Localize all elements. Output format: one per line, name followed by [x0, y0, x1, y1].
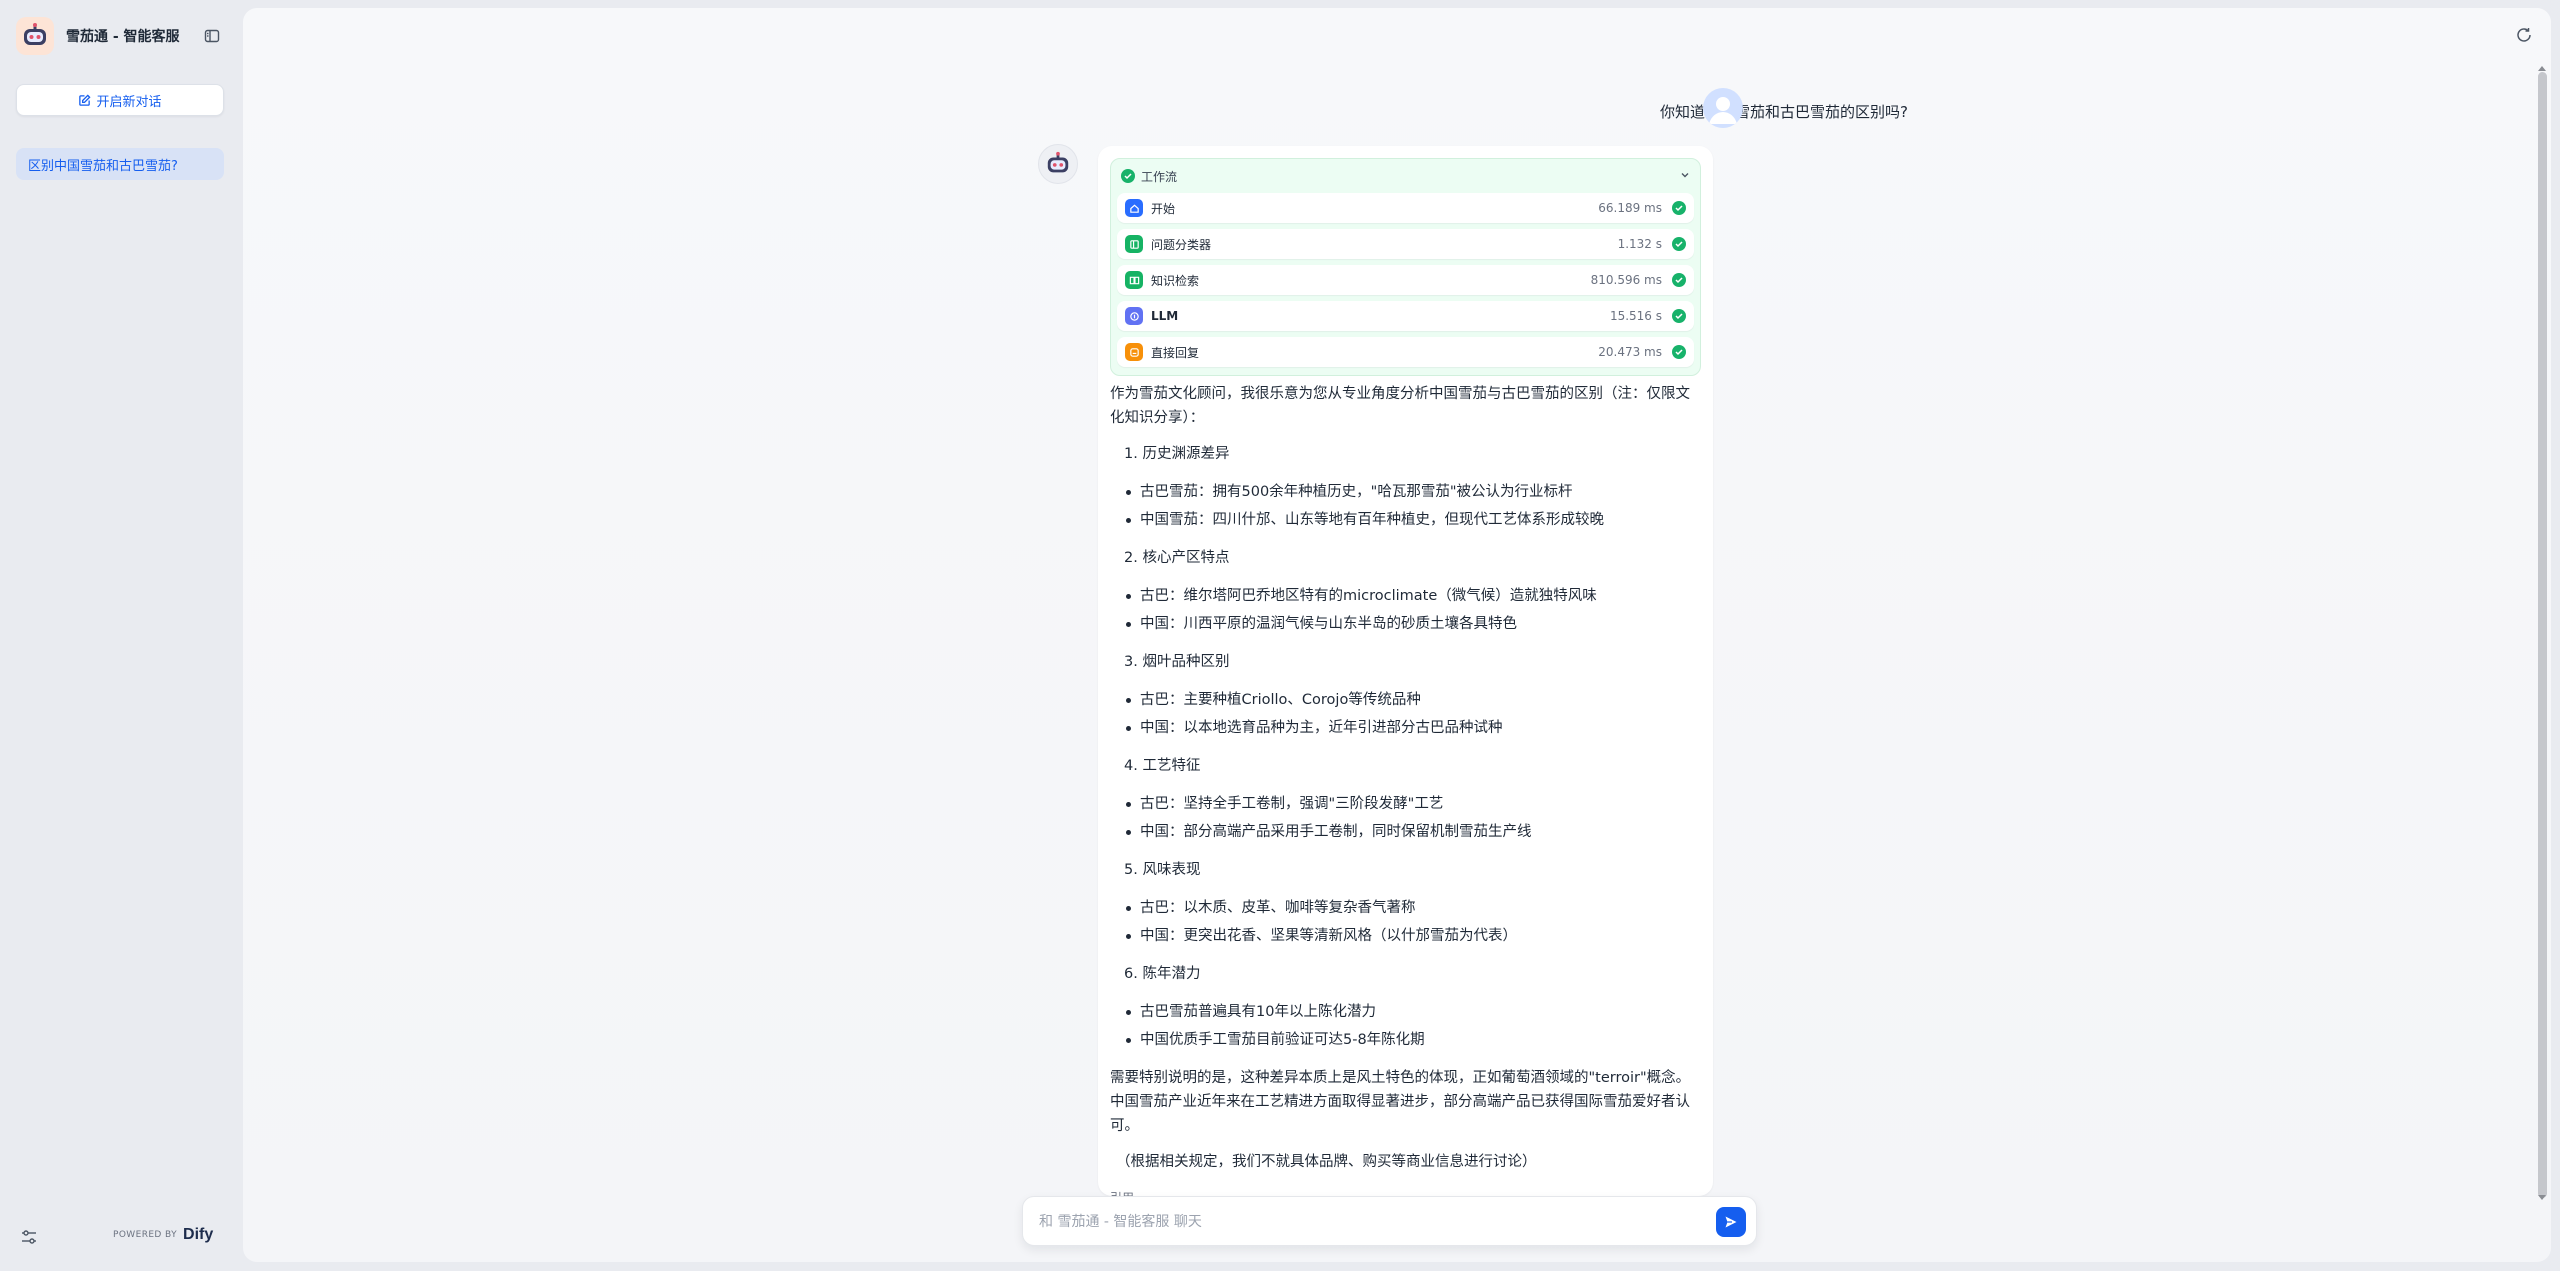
- section-bullets: 古巴雪茄：拥有500余年种植历史，"哈瓦那雪茄"被公认为行业标杆 中国雪茄：四川…: [1110, 478, 1701, 534]
- answer-conclusion: 需要特别说明的是，这种差异本质上是风土特色的体现，正如葡萄酒领域的"terroi…: [1110, 1070, 1691, 1134]
- chat-panel: 你知道中国雪茄和古巴雪茄的区别吗? 工作流 开始 66.189 ms 问题分类器…: [243, 8, 2551, 1262]
- workflow-node-knowledge[interactable]: 知识检索 810.596 ms: [1117, 265, 1694, 295]
- node-title: 直接回复: [1151, 345, 1200, 360]
- section-bullets: 古巴：维尔塔阿巴乔地区特有的microclimate（微气候）造就独特风味 中国…: [1110, 582, 1701, 638]
- node-time: 66.189 ms: [1598, 201, 1662, 215]
- workflow-node-llm[interactable]: LLM 15.516 s: [1117, 301, 1694, 331]
- conversation-label: 区别中国雪茄和古巴雪茄?: [28, 158, 178, 174]
- answer-content: 作为雪茄文化顾问，我很乐意为您从专业角度分析中国雪茄与古巴雪茄的区别（注：仅限文…: [1110, 382, 1701, 1196]
- refresh-icon[interactable]: [2515, 26, 2537, 48]
- reply-icon: [1125, 343, 1143, 361]
- section-heading: 5. 风味表现: [1124, 862, 1201, 878]
- chevron-down-icon[interactable]: [1680, 169, 1690, 183]
- list-item: 中国优质手工雪茄目前验证可达5-8年陈化期: [1124, 1026, 1701, 1054]
- node-title: LLM: [1151, 309, 1179, 323]
- scroll-up-arrow-icon[interactable]: [2538, 66, 2546, 71]
- node-title: 开始: [1151, 201, 1176, 216]
- send-icon: [1725, 1216, 1737, 1228]
- home-icon: [1125, 199, 1143, 217]
- classifier-icon: [1125, 235, 1143, 253]
- list-item: 中国：部分高端产品采用手工卷制，同时保留机制雪茄生产线: [1124, 818, 1701, 846]
- new-chat-button[interactable]: 开启新对话: [16, 84, 224, 116]
- section-heading: 4. 工艺特征: [1124, 758, 1201, 774]
- list-item: 中国雪茄：四川什邡、山东等地有百年种植史，但现代工艺体系形成较晚: [1124, 506, 1701, 534]
- bot-avatar: [1038, 144, 1078, 184]
- user-question: 你知道中国雪茄和古巴雪茄的区别吗?: [1660, 103, 1908, 121]
- app-brand: 雪茄通 - 智能客服: [16, 17, 180, 55]
- book-icon: [1125, 271, 1143, 289]
- settings-sliders-icon[interactable]: [20, 1228, 42, 1250]
- dify-logo: Dify: [183, 1226, 214, 1243]
- bot-answer: 工作流 开始 66.189 ms 问题分类器 1.132 s 知识检索 810.…: [1098, 146, 1713, 1196]
- app-title: 雪茄通 - 智能客服: [66, 29, 180, 45]
- check-circle-icon: [1121, 169, 1135, 183]
- workflow-title: 工作流: [1141, 169, 1178, 184]
- list-item: 古巴：以木质、皮革、咖啡等复杂香气著称: [1124, 894, 1701, 922]
- answer-notice: （根据相关规定，我们不就具体品牌、购买等商业信息进行讨论）: [1116, 1154, 1537, 1170]
- node-time: 810.596 ms: [1590, 273, 1662, 287]
- scroll-down-arrow-icon[interactable]: [2538, 1195, 2546, 1200]
- chat-input-box: [1022, 1196, 1757, 1247]
- new-chat-label: 开启新对话: [96, 94, 162, 110]
- node-time: 1.132 s: [1617, 237, 1662, 251]
- list-item: 古巴：维尔塔阿巴乔地区特有的microclimate（微气候）造就独特风味: [1124, 582, 1701, 610]
- check-circle-icon: [1672, 273, 1686, 287]
- workflow-node-start[interactable]: 开始 66.189 ms: [1117, 193, 1694, 223]
- answer-intro: 作为雪茄文化顾问，我很乐意为您从专业角度分析中国雪茄与古巴雪茄的区别（注：仅限文…: [1110, 386, 1690, 426]
- check-circle-icon: [1672, 201, 1686, 215]
- section-heading: 1. 历史渊源差异: [1124, 446, 1230, 462]
- workflow-node-classifier[interactable]: 问题分类器 1.132 s: [1117, 229, 1694, 259]
- node-time: 15.516 s: [1609, 309, 1662, 323]
- list-item: 古巴：坚持全手工卷制，强调"三阶段发酵"工艺: [1124, 790, 1701, 818]
- check-circle-icon: [1672, 309, 1686, 323]
- scrollbar-thumb[interactable]: [2538, 72, 2547, 1198]
- check-circle-icon: [1672, 345, 1686, 359]
- list-item: 中国：更突出花香、坚果等清新风格（以什邡雪茄为代表）: [1124, 922, 1701, 950]
- citation-label: 引用: [1110, 1186, 1134, 1196]
- node-time: 20.473 ms: [1598, 345, 1662, 359]
- list-item: 中国：川西平原的温润气候与山东半岛的砂质土壤各具特色: [1124, 610, 1701, 638]
- llm-icon: [1125, 307, 1143, 325]
- user-avatar: [1703, 88, 1743, 128]
- node-title: 问题分类器: [1151, 237, 1212, 252]
- citation-divider: 引用: [1110, 1186, 1701, 1196]
- section-heading: 6. 陈年潜力: [1124, 966, 1201, 982]
- list-item: 古巴雪茄普遍具有10年以上陈化潜力: [1124, 998, 1701, 1026]
- section-heading: 2. 核心产区特点: [1124, 550, 1230, 566]
- section-bullets: 古巴：主要种植Criollo、Corojo等传统品种 中国：以本地选育品种为主，…: [1110, 686, 1701, 742]
- section-bullets: 古巴：坚持全手工卷制，强调"三阶段发酵"工艺 中国：部分高端产品采用手工卷制，同…: [1110, 790, 1701, 846]
- powered-by: POWERED BY Dify: [113, 1226, 213, 1244]
- section-heading: 3. 烟叶品种区别: [1124, 654, 1230, 670]
- workflow-header[interactable]: 工作流: [1117, 165, 1694, 187]
- robot-logo-icon: [16, 17, 54, 55]
- conversation-item[interactable]: 区别中国雪茄和古巴雪茄?: [16, 148, 224, 180]
- list-item: 古巴雪茄：拥有500余年种植历史，"哈瓦那雪茄"被公认为行业标杆: [1124, 478, 1701, 506]
- workflow-node-reply[interactable]: 直接回复 20.473 ms: [1117, 337, 1694, 367]
- list-item: 古巴：主要种植Criollo、Corojo等传统品种: [1124, 686, 1701, 714]
- section-bullets: 古巴：以木质、皮革、咖啡等复杂香气著称 中国：更突出花香、坚果等清新风格（以什邡…: [1110, 894, 1701, 950]
- section-bullets: 古巴雪茄普遍具有10年以上陈化潜力 中国优质手工雪茄目前验证可达5-8年陈化期: [1110, 998, 1701, 1054]
- sidebar-collapse-icon[interactable]: [201, 25, 223, 47]
- check-circle-icon: [1672, 237, 1686, 251]
- send-button[interactable]: [1716, 1207, 1746, 1237]
- powered-by-label: POWERED BY: [113, 1230, 178, 1240]
- workflow-panel: 工作流 开始 66.189 ms 问题分类器 1.132 s 知识检索 810.…: [1110, 158, 1701, 376]
- edit-icon: [79, 93, 92, 106]
- chat-input[interactable]: [1039, 1197, 1689, 1247]
- sidebar: 雪茄通 - 智能客服 开启新对话 区别中国雪茄和古巴雪茄? POWERED BY…: [0, 0, 243, 1271]
- node-title: 知识检索: [1151, 273, 1200, 288]
- list-item: 中国：以本地选育品种为主，近年引进部分古巴品种试种: [1124, 714, 1701, 742]
